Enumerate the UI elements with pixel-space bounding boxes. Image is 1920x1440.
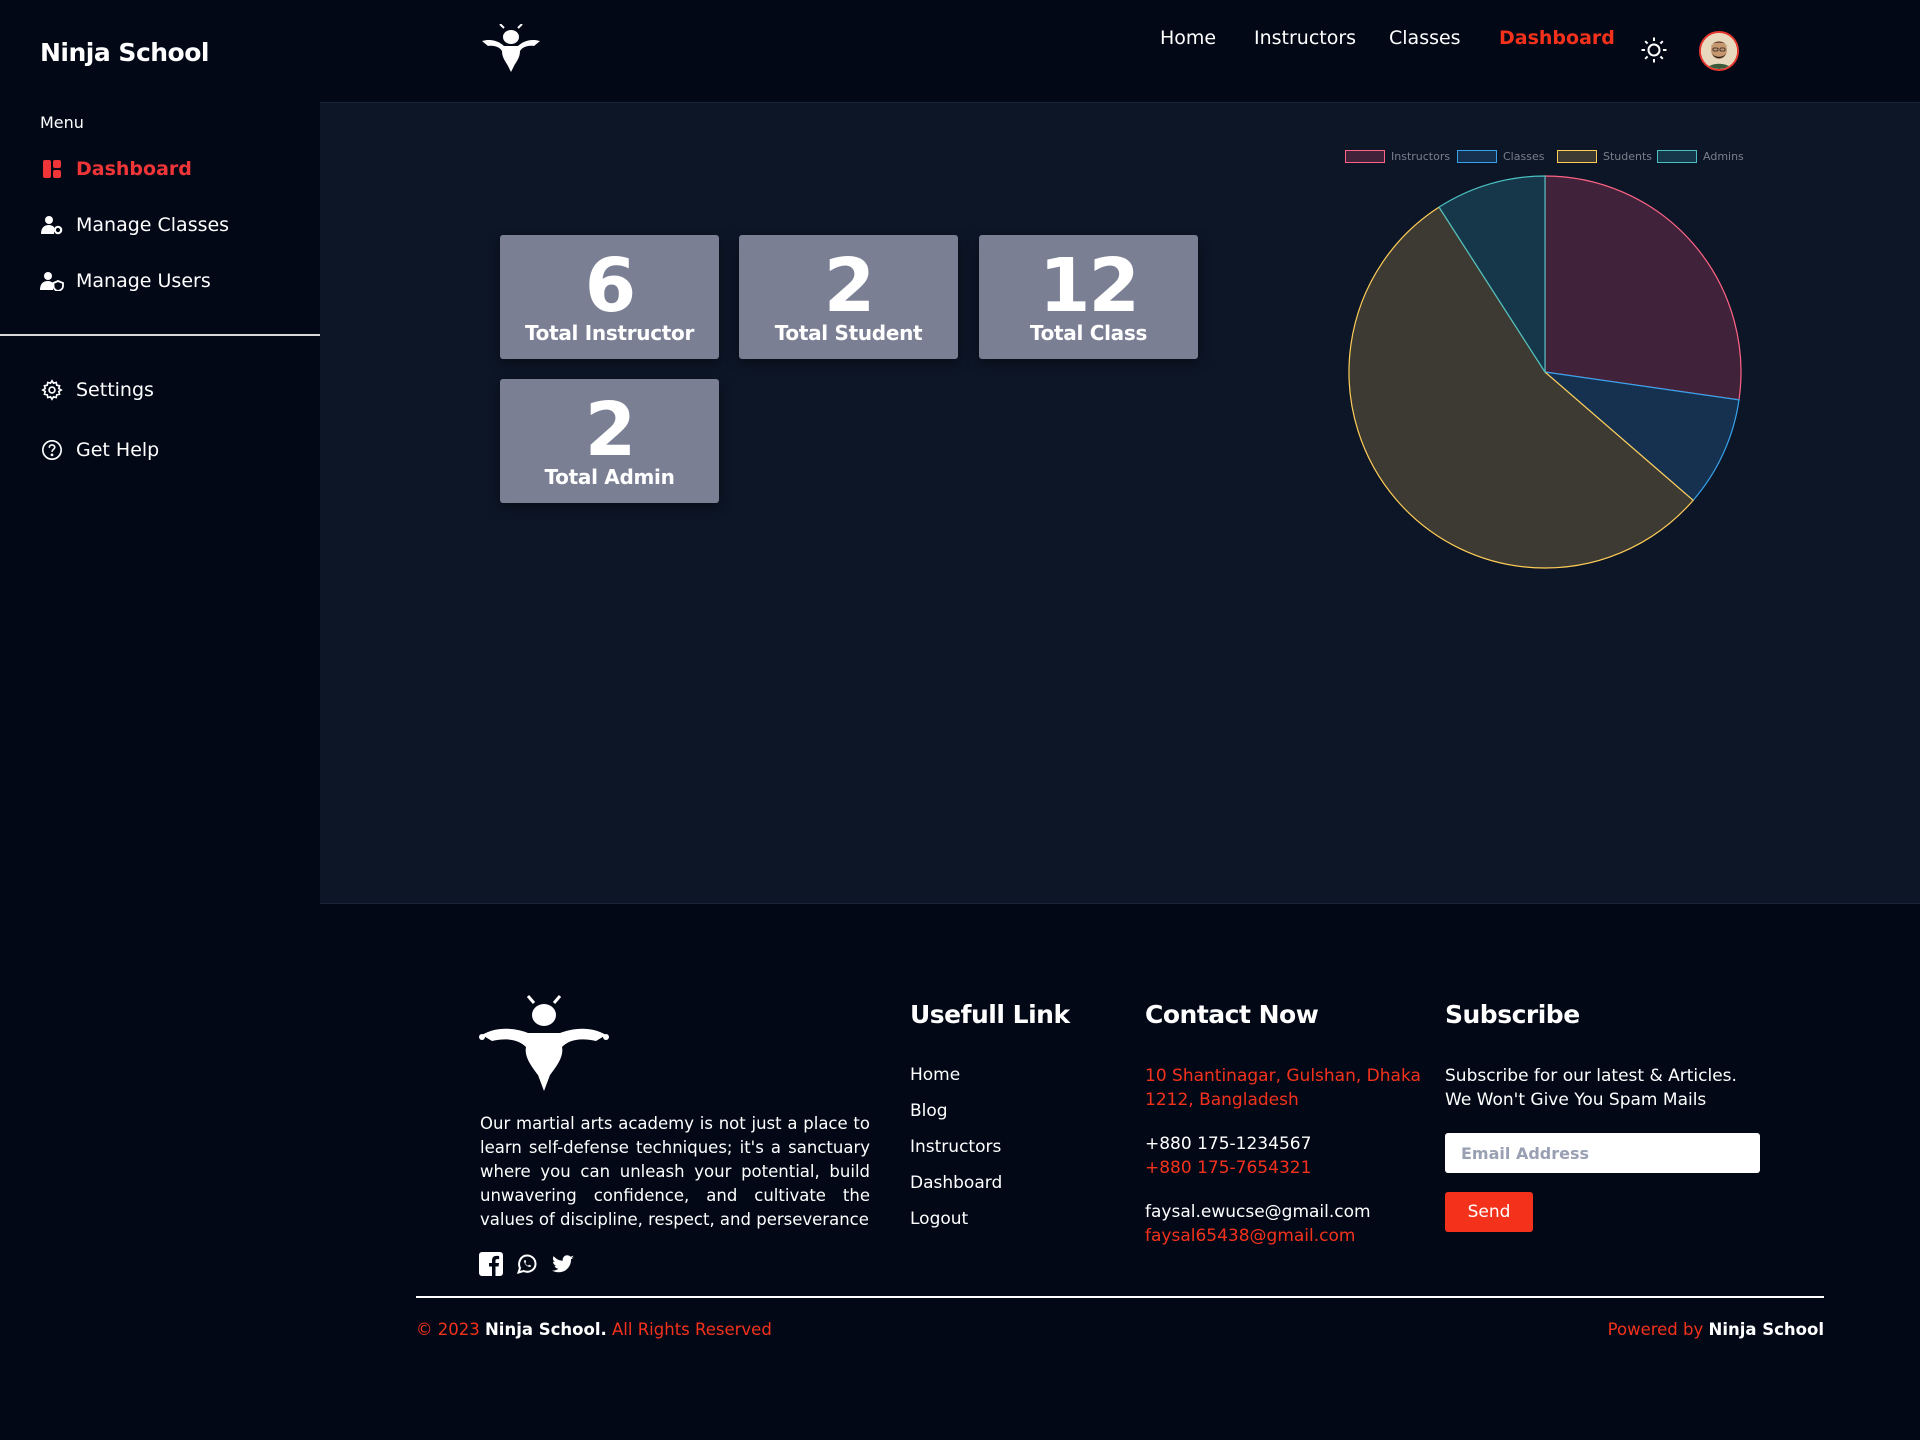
powered-prefix: Powered by bbox=[1607, 1320, 1704, 1339]
legend-label: Classes bbox=[1503, 150, 1545, 163]
sidebar-item-label: Settings bbox=[76, 379, 154, 401]
sidebar-item-label: Manage Users bbox=[76, 270, 211, 292]
footer-contact-title: Contact Now bbox=[1145, 1000, 1319, 1029]
footer-links-title: Usefull Link bbox=[910, 1000, 1070, 1029]
stat-label: Total Student bbox=[774, 321, 923, 345]
stat-label: Total Class bbox=[1029, 321, 1148, 345]
copyright: © 2023 Ninja School. All Rights Reserved bbox=[416, 1320, 772, 1339]
sidebar-item-label: Get Help bbox=[76, 439, 160, 461]
pie-slice-instructors[interactable] bbox=[1544, 175, 1742, 401]
legend-swatch bbox=[1345, 150, 1385, 163]
nav-instructors[interactable]: Instructors bbox=[1254, 27, 1356, 49]
sidebar-divider bbox=[0, 334, 320, 336]
user-gear-icon bbox=[40, 213, 64, 237]
stat-card-instructors: 6 Total Instructor bbox=[500, 235, 719, 359]
sidebar-item-get-help[interactable]: Get Help bbox=[40, 438, 159, 462]
footer-link-logout[interactable]: Logout bbox=[910, 1209, 968, 1229]
subscribe-text: Subscribe for our latest & Articles. We … bbox=[1445, 1066, 1737, 1110]
ninja-footer-logo-icon bbox=[478, 995, 610, 1099]
stat-value: 12 bbox=[1039, 243, 1140, 329]
copyright-prefix: © 2023 bbox=[416, 1320, 480, 1339]
footer-link-dashboard[interactable]: Dashboard bbox=[910, 1173, 1002, 1193]
contact-email-secondary: faysal65438@gmail.com bbox=[1145, 1226, 1356, 1246]
nav-classes[interactable]: Classes bbox=[1389, 27, 1461, 49]
sidebar-item-dashboard[interactable]: Dashboard bbox=[40, 157, 192, 181]
sidebar: Ninja School Menu Dashboard Manage Class… bbox=[0, 0, 320, 1440]
stat-card-students: 2 Total Student bbox=[739, 235, 958, 359]
legend-label: Students bbox=[1603, 150, 1653, 163]
gear-icon bbox=[40, 378, 64, 402]
legend-swatch bbox=[1657, 150, 1697, 163]
user-shield-icon bbox=[40, 269, 64, 293]
send-button[interactable]: Send bbox=[1445, 1192, 1533, 1232]
sidebar-item-settings[interactable]: Settings bbox=[40, 378, 154, 402]
brand-title[interactable]: Ninja School bbox=[40, 38, 209, 67]
legend-item-classes[interactable]: Classes bbox=[1457, 150, 1544, 163]
sidebar-item-label: Manage Classes bbox=[76, 214, 230, 236]
stat-card-admins: 2 Total Admin bbox=[500, 379, 719, 503]
sidebar-item-manage-users[interactable]: Manage Users bbox=[40, 269, 211, 293]
contact-email-primary: faysal.ewucse@gmail.com bbox=[1145, 1202, 1371, 1222]
stat-value: 6 bbox=[584, 243, 637, 329]
social-links bbox=[479, 1252, 575, 1276]
legend-item-students[interactable]: Students bbox=[1557, 150, 1652, 163]
sun-icon[interactable] bbox=[1640, 36, 1668, 64]
copyright-brand: Ninja School. bbox=[485, 1320, 607, 1339]
facebook-icon[interactable] bbox=[479, 1252, 503, 1276]
footer-link-home[interactable]: Home bbox=[910, 1065, 960, 1085]
stat-value: 2 bbox=[823, 243, 876, 329]
legend-swatch bbox=[1557, 150, 1597, 163]
powered-by: Powered by Ninja School bbox=[1608, 1320, 1824, 1339]
avatar[interactable] bbox=[1699, 31, 1739, 71]
nav-dashboard[interactable]: Dashboard bbox=[1499, 27, 1615, 49]
ninja-logo-icon[interactable] bbox=[478, 23, 544, 78]
legend-item-admins[interactable]: Admins bbox=[1657, 150, 1744, 163]
footer-subscribe-title: Subscribe bbox=[1445, 1000, 1580, 1029]
legend-swatch bbox=[1457, 150, 1497, 163]
sidebar-item-manage-classes[interactable]: Manage Classes bbox=[40, 213, 229, 237]
powered-brand: Ninja School bbox=[1708, 1320, 1824, 1339]
nav-home[interactable]: Home bbox=[1160, 27, 1216, 49]
contact-phone-primary: +880 175-1234567 bbox=[1145, 1134, 1312, 1154]
stat-label: Total Admin bbox=[544, 465, 675, 489]
sidebar-item-label: Dashboard bbox=[76, 158, 192, 180]
pie-chart bbox=[1345, 172, 1745, 572]
footer-link-blog[interactable]: Blog bbox=[910, 1101, 948, 1121]
copyright-suffix: All Rights Reserved bbox=[612, 1320, 772, 1339]
legend-label: Instructors bbox=[1391, 150, 1451, 163]
footer-link-instructors[interactable]: Instructors bbox=[910, 1137, 1001, 1157]
legend-item-instructors[interactable]: Instructors bbox=[1345, 150, 1450, 163]
contact-phone-secondary: +880 175-7654321 bbox=[1145, 1158, 1312, 1178]
stat-card-classes: 12 Total Class bbox=[979, 235, 1198, 359]
help-circle-icon bbox=[40, 438, 64, 462]
footer-about-text: Our martial arts academy is not just a p… bbox=[480, 1114, 870, 1229]
stat-label: Total Instructor bbox=[524, 321, 695, 345]
email-field[interactable] bbox=[1445, 1133, 1760, 1173]
footer-divider bbox=[416, 1296, 1824, 1298]
legend-label: Admins bbox=[1703, 150, 1744, 163]
contact-address: 10 Shantinagar, Gulshan, Dhaka 1212, Ban… bbox=[1145, 1066, 1421, 1110]
whatsapp-icon[interactable] bbox=[515, 1252, 539, 1276]
stat-value: 2 bbox=[584, 387, 637, 473]
menu-label: Menu bbox=[40, 113, 84, 132]
twitter-icon[interactable] bbox=[551, 1252, 575, 1276]
dashboard-icon bbox=[40, 157, 64, 181]
